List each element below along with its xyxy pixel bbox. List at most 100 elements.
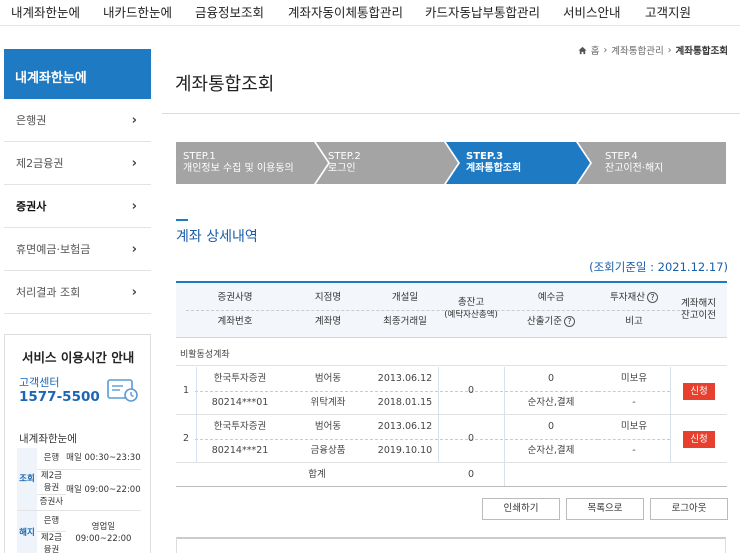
apply-button[interactable]: 신청 [683, 431, 715, 448]
title-divider [162, 113, 740, 114]
service-title: 서비스 이용시간 안내 [22, 350, 135, 365]
cell-basis: 순자산,결제 [527, 445, 575, 456]
service-center-label: 고객센터 [19, 376, 60, 389]
sidebar-item-results[interactable]: 처리결과 조회 › [4, 271, 151, 314]
apply-button[interactable]: 신청 [683, 383, 715, 400]
question-circle-icon[interactable]: ? [563, 316, 575, 327]
service-time: 매일 00:30~23:30 [65, 448, 141, 470]
col-note: 비고 [625, 316, 643, 327]
cell-opened: 2013.06.12 [377, 421, 433, 432]
list-button[interactable]: 목록으로 [566, 498, 644, 520]
cell-invest: 미보유 [620, 421, 648, 432]
sidebar-item-label: 은행권 [16, 114, 47, 127]
cell-last-tx: 2019.10.10 [377, 445, 433, 456]
col-balance: 총잔고 [457, 297, 485, 308]
col-close: 계좌해지 [681, 298, 716, 309]
nav-service-info[interactable]: 서비스안내 [563, 3, 621, 23]
service-hours-table: 조회 은행 매일 00:30~23:30 제2금융권 매일 09:00~22:0… [17, 448, 141, 553]
service-org: 제2금융권 [37, 531, 66, 553]
sidebar-item-dormant[interactable]: 휴면예금·보험금 › [4, 228, 151, 271]
group-label: 비활동성계좌 [176, 338, 727, 366]
service-time: 매일 09:00~22:00 [65, 469, 141, 511]
step-number: STEP.1 [183, 151, 216, 162]
question-circle-icon[interactable]: ? [646, 292, 658, 303]
cell-branch: 범어동 [314, 373, 342, 384]
col-last-tx: 최종거래일 [383, 316, 427, 327]
nav-support[interactable]: 고객지원 [645, 3, 691, 23]
sidebar-item-label: 처리결과 조회 [16, 286, 81, 299]
row-divider [195, 439, 598, 440]
account-detail-table: 증권사명 계좌번호 지점명 계좌명 개설일 최종거래일 총잔고 (예탁자산총액)… [176, 281, 727, 487]
chevron-right-icon: › [131, 155, 137, 171]
cell-opened: 2013.06.12 [377, 373, 433, 384]
breadcrumb-separator: › [603, 44, 608, 56]
nav-card-autopay[interactable]: 카드자동납부통합관리 [425, 3, 540, 23]
cell-invest: 미보유 [620, 373, 648, 384]
cell-deposit: 0 [547, 421, 555, 432]
reference-date: (조회기준일 : 2021.12.17) [589, 260, 728, 274]
chevron-right-icon: › [131, 112, 137, 128]
cell-note: - [632, 445, 636, 456]
service-group-label: 조회 [17, 448, 37, 511]
nav-auto-transfer[interactable]: 계좌자동이체통합관리 [288, 3, 403, 23]
service-org: 은행 [37, 510, 66, 532]
cell-account-no: 80214***01 [211, 397, 269, 408]
breadcrumb-separator: › [667, 44, 672, 56]
sidebar-item-label: 제2금융권 [16, 157, 64, 170]
section-title: 계좌 상세내역 [176, 229, 258, 245]
bottom-section [176, 537, 726, 553]
home-icon[interactable] [578, 46, 587, 55]
step-indicator: STEP.1 개인정보 수집 및 이용동의 STEP.2 로그인 STEP.3 계좌통… [176, 142, 726, 184]
sidebar-item-bank[interactable]: 은행권 › [4, 99, 151, 142]
service-time: 영업일 09:00~22:00 [65, 510, 141, 553]
col-account-name: 계좌명 [314, 316, 342, 327]
breadcrumb-parent[interactable]: 계좌통합관리 [611, 43, 663, 57]
sidebar-header: 내계좌한눈에 [4, 49, 151, 99]
col-line [670, 367, 671, 463]
step-number: STEP.2 [328, 151, 361, 162]
total-value: 0 [467, 469, 475, 480]
col-balance-sub: (예탁자산총액) [444, 310, 498, 320]
col-branch: 지점명 [314, 292, 342, 303]
breadcrumb-home[interactable]: 홈 [591, 43, 600, 57]
row-number: 1 [182, 385, 190, 396]
service-org: 은행 [37, 448, 66, 470]
chevron-right-icon: › [131, 241, 137, 257]
sidebar-item-securities[interactable]: 증권사 › [4, 185, 151, 228]
cell-company: 한국투자증권 [213, 373, 267, 384]
nav-my-cards[interactable]: 내카드한눈에 [103, 3, 172, 23]
col-deposit: 예수금 [537, 292, 565, 303]
step-label: 개인정보 수집 및 이용동의 [183, 163, 294, 174]
col-invest-label: 투자재산 [610, 292, 645, 303]
breadcrumb: 홈 › 계좌통합관리 › 계좌통합조회 [578, 43, 728, 57]
table-row: 1 한국투자증권 80214***01 범어동 위탁계좌 2013.06.12 … [176, 367, 727, 415]
section-marker [176, 219, 188, 221]
cell-account-no: 80214***21 [211, 445, 269, 456]
sidebar-item-label: 휴면예금·보험금 [16, 243, 91, 256]
cell-account-name: 위탁계좌 [310, 397, 346, 408]
chevron-right-icon: › [131, 284, 137, 300]
col-account-no: 계좌번호 [217, 316, 253, 327]
print-button[interactable]: 인쇄하기 [482, 498, 560, 520]
nav-financial-info[interactable]: 금융정보조회 [195, 3, 264, 23]
cell-deposit: 0 [547, 373, 555, 384]
col-invest: 투자재산? [598, 292, 670, 304]
cell-account-name: 금융상품 [310, 445, 346, 456]
step-4: STEP.4 잔고이전·해지 [605, 142, 663, 184]
col-line [438, 367, 439, 463]
cell-last-tx: 2018.01.15 [377, 397, 433, 408]
sidebar-item-label: 증권사 [16, 200, 47, 213]
table-row: 2 한국투자증권 80214***21 범어동 금융상품 2013.06.12 … [176, 415, 727, 463]
cell-branch: 범어동 [314, 421, 342, 432]
service-group-label: 해지 [17, 510, 37, 553]
logout-button[interactable]: 로그아웃 [650, 498, 728, 520]
nav-my-accounts[interactable]: 내계좌한눈에 [11, 3, 80, 23]
service-hours-box: 서비스 이용시간 안내 고객센터 1577-5500 내계좌한눈에 조회 은행 … [4, 334, 151, 553]
step-label: 로그인 [328, 163, 356, 174]
sidebar-item-second-tier[interactable]: 제2금융권 › [4, 142, 151, 185]
total-label: 합계 [308, 469, 326, 480]
top-navigation: 내계좌한눈에 내카드한눈에 금융정보조회 계좌자동이체통합관리 카드자동납부통합… [0, 0, 740, 26]
service-phone: 1577-5500 [19, 389, 100, 405]
col-opened: 개설일 [391, 292, 419, 303]
step-label: 잔고이전·해지 [605, 163, 664, 174]
